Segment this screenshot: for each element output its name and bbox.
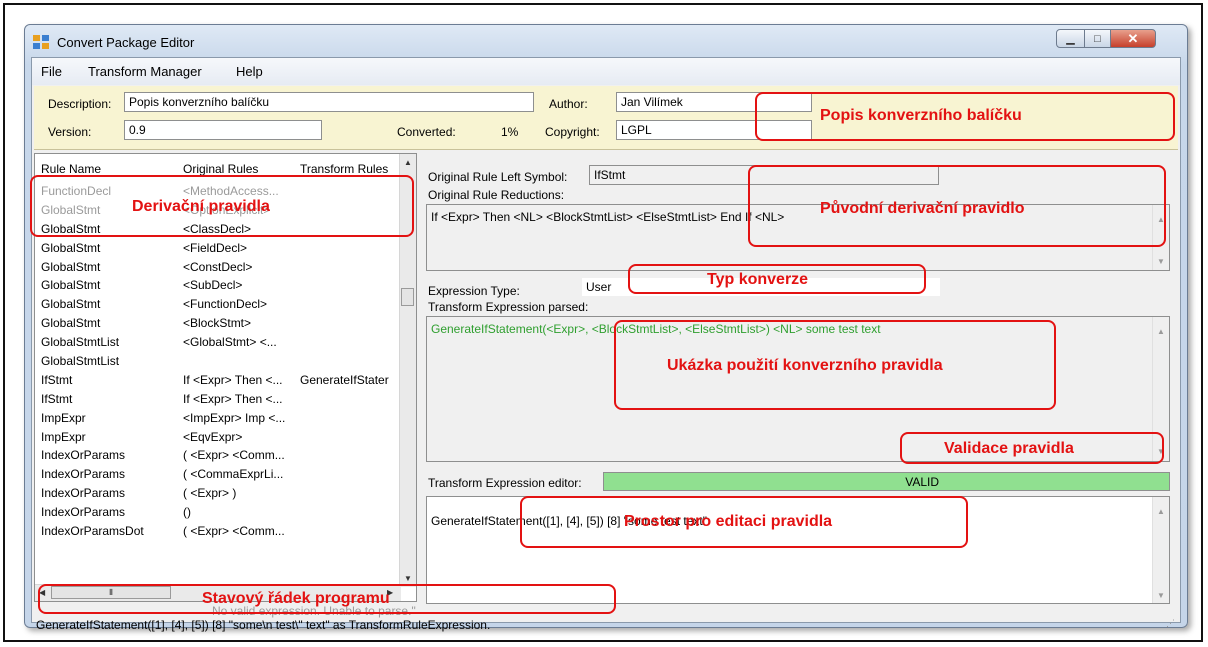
rule-list-header: Rule Name Original Rules Transform Rules <box>35 154 403 176</box>
original-rule-cell: <ConstDecl> <box>183 259 253 274</box>
table-row[interactable]: ImpExpr <ImpExpr> Imp <... <box>35 409 403 428</box>
original-rule-cell: <FieldDecl> <box>183 240 248 255</box>
annotation-example: Ukázka použití konverzního pravidla <box>667 357 943 374</box>
rule-name-cell: IndexOrParams <box>41 467 126 482</box>
rule-name-cell: IfStmt <box>41 391 73 406</box>
minimize-button[interactable]: ▁ <box>1056 29 1085 48</box>
rule-name-cell: IndexOrParamsDot <box>41 524 144 539</box>
rule-name-cell: ImpExpr <box>41 410 86 425</box>
original-rule-cell: <ImpExpr> Imp <... <box>183 410 286 425</box>
annotation-type: Typ konverze <box>707 271 809 288</box>
reductions-label: Original Rule Reductions: <box>428 188 565 202</box>
original-rule-cell: <GlobalStmt> <... <box>183 335 277 350</box>
reductions-text: If <Expr> Then <NL> <BlockStmtList> <Els… <box>431 210 785 224</box>
table-row[interactable]: IndexOrParams ( <Expr> ) <box>35 484 403 503</box>
menu-bar: File Transform Manager Help <box>32 58 1180 85</box>
author-label: Author: <box>549 97 588 111</box>
menu-help[interactable]: Help <box>236 64 263 79</box>
rule-name-cell: IndexOrParams <box>41 505 126 520</box>
original-rule-cell: <BlockStmt> <box>183 316 252 331</box>
expression-type-label: Expression Type: <box>428 284 520 298</box>
original-rule-cell: ( <Expr> <Comm... <box>183 524 285 539</box>
minimize-icon: ▁ <box>1066 33 1075 45</box>
original-rule-cell: If <Expr> Then <... <box>183 372 283 387</box>
copyright-label: Copyright: <box>545 125 600 139</box>
scroll-up-icon[interactable]: ▲ <box>1157 327 1165 336</box>
table-row[interactable]: IfStmt If <Expr> Then <... GenerateIfState… <box>35 371 403 390</box>
parsed-label: Transform Expression parsed: <box>428 300 589 314</box>
rule-name-cell: IndexOrParams <box>41 448 126 463</box>
rule-name-cell: GlobalStmt <box>41 278 101 293</box>
annotation-rules: Derivační pravidla <box>132 198 270 215</box>
description-label: Description: <box>48 97 112 111</box>
status-line-2: GenerateIfStatement([1], [4], [5]) [8] "… <box>36 618 491 632</box>
rule-name-cell: IfStmt <box>41 372 73 387</box>
transform-rule-cell: GenerateIfStater <box>300 372 389 387</box>
maximize-button[interactable]: □ <box>1084 29 1111 48</box>
table-row[interactable]: ImpExpr <EqvExpr> <box>35 428 403 447</box>
original-rule-cell: ( <Expr> <Comm... <box>183 448 285 463</box>
original-rule-cell: ( <Expr> ) <box>183 486 237 501</box>
scroll-down-icon[interactable]: ▼ <box>1157 257 1165 266</box>
left-symbol-label: Original Rule Left Symbol: <box>428 170 568 184</box>
scroll-down-icon[interactable]: ▼ <box>1157 591 1165 600</box>
vertical-scroll-thumb[interactable] <box>401 288 414 306</box>
scroll-down-icon[interactable]: ▼ <box>404 574 412 583</box>
table-row[interactable]: GlobalStmt <FieldDecl> <box>35 239 403 258</box>
scroll-up-icon[interactable]: ▲ <box>404 158 412 167</box>
resize-grip-icon[interactable]: ⋰ <box>1166 618 1175 629</box>
rule-name-cell: GlobalStmt <box>41 316 101 331</box>
rule-name-cell: GlobalStmt <box>41 259 101 274</box>
table-row[interactable]: IfStmt If <Expr> Then <... <box>35 390 403 409</box>
rule-name-cell: GlobalStmtList <box>41 335 120 350</box>
version-label: Version: <box>48 125 92 139</box>
table-row[interactable]: GlobalStmt <BlockStmt> <box>35 314 403 333</box>
table-row[interactable]: IndexOrParams ( <Expr> <Comm... <box>35 446 403 465</box>
converted-value: 1% <box>501 125 519 139</box>
menu-file[interactable]: File <box>41 64 62 79</box>
rule-name-cell: IndexOrParams <box>41 486 126 501</box>
title-bar[interactable]: Convert Package Editor ▁ □ ✕ <box>25 25 1187 57</box>
description-field[interactable]: Popis konverzního balíčku <box>124 92 534 112</box>
window-title: Convert Package Editor <box>57 35 195 50</box>
converted-label: Converted: <box>397 125 456 139</box>
annotation-description: Popis konverzního balíčku <box>820 107 1022 124</box>
original-rule-cell: <SubDecl> <box>183 278 243 293</box>
annotation-status: Stavový řádek programu <box>202 590 390 607</box>
rule-name-cell: GlobalStmt <box>41 297 101 312</box>
scroll-up-icon[interactable]: ▲ <box>1157 507 1165 516</box>
table-row[interactable]: GlobalStmtList <GlobalStmt> <... <box>35 333 403 352</box>
column-original-rules[interactable]: Original Rules <box>183 162 258 176</box>
menu-transform-manager[interactable]: Transform Manager <box>88 64 202 79</box>
version-field[interactable]: 0.9 <box>124 120 322 140</box>
original-rule-cell: ( <CommaExprLi... <box>183 467 284 482</box>
editor-label: Transform Expression editor: <box>428 476 582 490</box>
column-transform-rules[interactable]: Transform Rules <box>300 162 388 176</box>
rule-name-cell: GlobalStmt <box>41 240 101 255</box>
original-rule-cell: If <Expr> Then <... <box>183 391 283 406</box>
maximize-icon: □ <box>1094 32 1101 45</box>
column-rule-name[interactable]: Rule Name <box>41 162 101 176</box>
annotation-editor: Prostor pro editaci pravidla <box>624 513 833 530</box>
table-row[interactable]: IndexOrParams ( <CommaExprLi... <box>35 465 403 484</box>
table-row[interactable]: GlobalStmt <SubDecl> <box>35 276 403 295</box>
rule-name-cell: GlobalStmtList <box>41 354 120 369</box>
validation-indicator: VALID <box>603 472 1170 491</box>
original-rule-cell: () <box>183 505 191 520</box>
table-row[interactable]: GlobalStmt <ConstDecl> <box>35 258 403 277</box>
table-row[interactable]: GlobalStmt <FunctionDecl> <box>35 295 403 314</box>
original-rule-cell: <FunctionDecl> <box>183 297 268 312</box>
close-button[interactable]: ✕ <box>1110 29 1156 48</box>
app-icon <box>33 35 49 49</box>
table-row[interactable]: GlobalStmtList <box>35 352 403 371</box>
annotation-original-rule: Původní derivační pravidlo <box>820 200 1025 217</box>
close-icon: ✕ <box>1127 30 1139 46</box>
annotation-validation: Validace pravidla <box>944 440 1074 457</box>
editor-scrollbar[interactable]: ▲ ▼ <box>1152 497 1169 603</box>
table-row[interactable]: IndexOrParamsDot ( <Expr> <Comm... <box>35 522 403 541</box>
rule-name-cell: ImpExpr <box>41 429 86 444</box>
table-row[interactable]: IndexOrParams () <box>35 503 403 522</box>
original-rule-cell: <EqvExpr> <box>183 429 243 444</box>
